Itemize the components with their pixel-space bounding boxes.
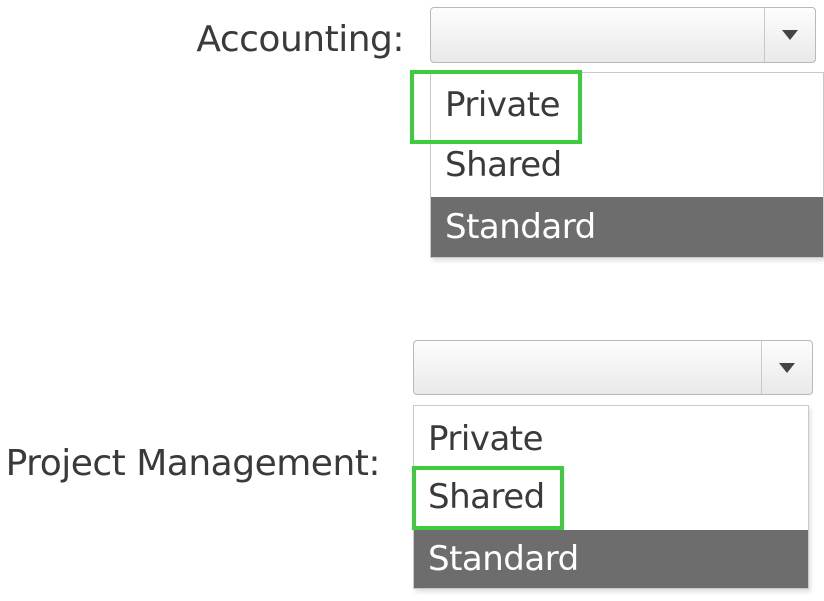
accounting-dropdown-button[interactable] bbox=[764, 8, 815, 62]
accounting-options-list: Private Shared Standard bbox=[430, 72, 824, 258]
accounting-option-shared[interactable]: Shared bbox=[431, 135, 823, 195]
chevron-down-icon bbox=[779, 362, 795, 373]
accounting-dropdown[interactable] bbox=[430, 7, 816, 63]
project-management-option-private[interactable]: Private bbox=[414, 408, 808, 470]
project-management-option-standard[interactable]: Standard bbox=[414, 530, 808, 588]
accounting-option-standard[interactable]: Standard bbox=[431, 197, 823, 257]
project-management-label: Project Management: bbox=[5, 443, 381, 484]
accounting-option-private[interactable]: Private bbox=[431, 75, 823, 137]
project-management-dropdown-button[interactable] bbox=[761, 341, 812, 394]
chevron-down-icon bbox=[782, 30, 798, 40]
project-management-option-shared[interactable]: Shared bbox=[414, 466, 808, 528]
project-management-options-list: Private Shared Standard bbox=[413, 405, 809, 589]
accounting-label: Accounting: bbox=[196, 19, 404, 60]
project-management-dropdown[interactable] bbox=[413, 340, 813, 395]
